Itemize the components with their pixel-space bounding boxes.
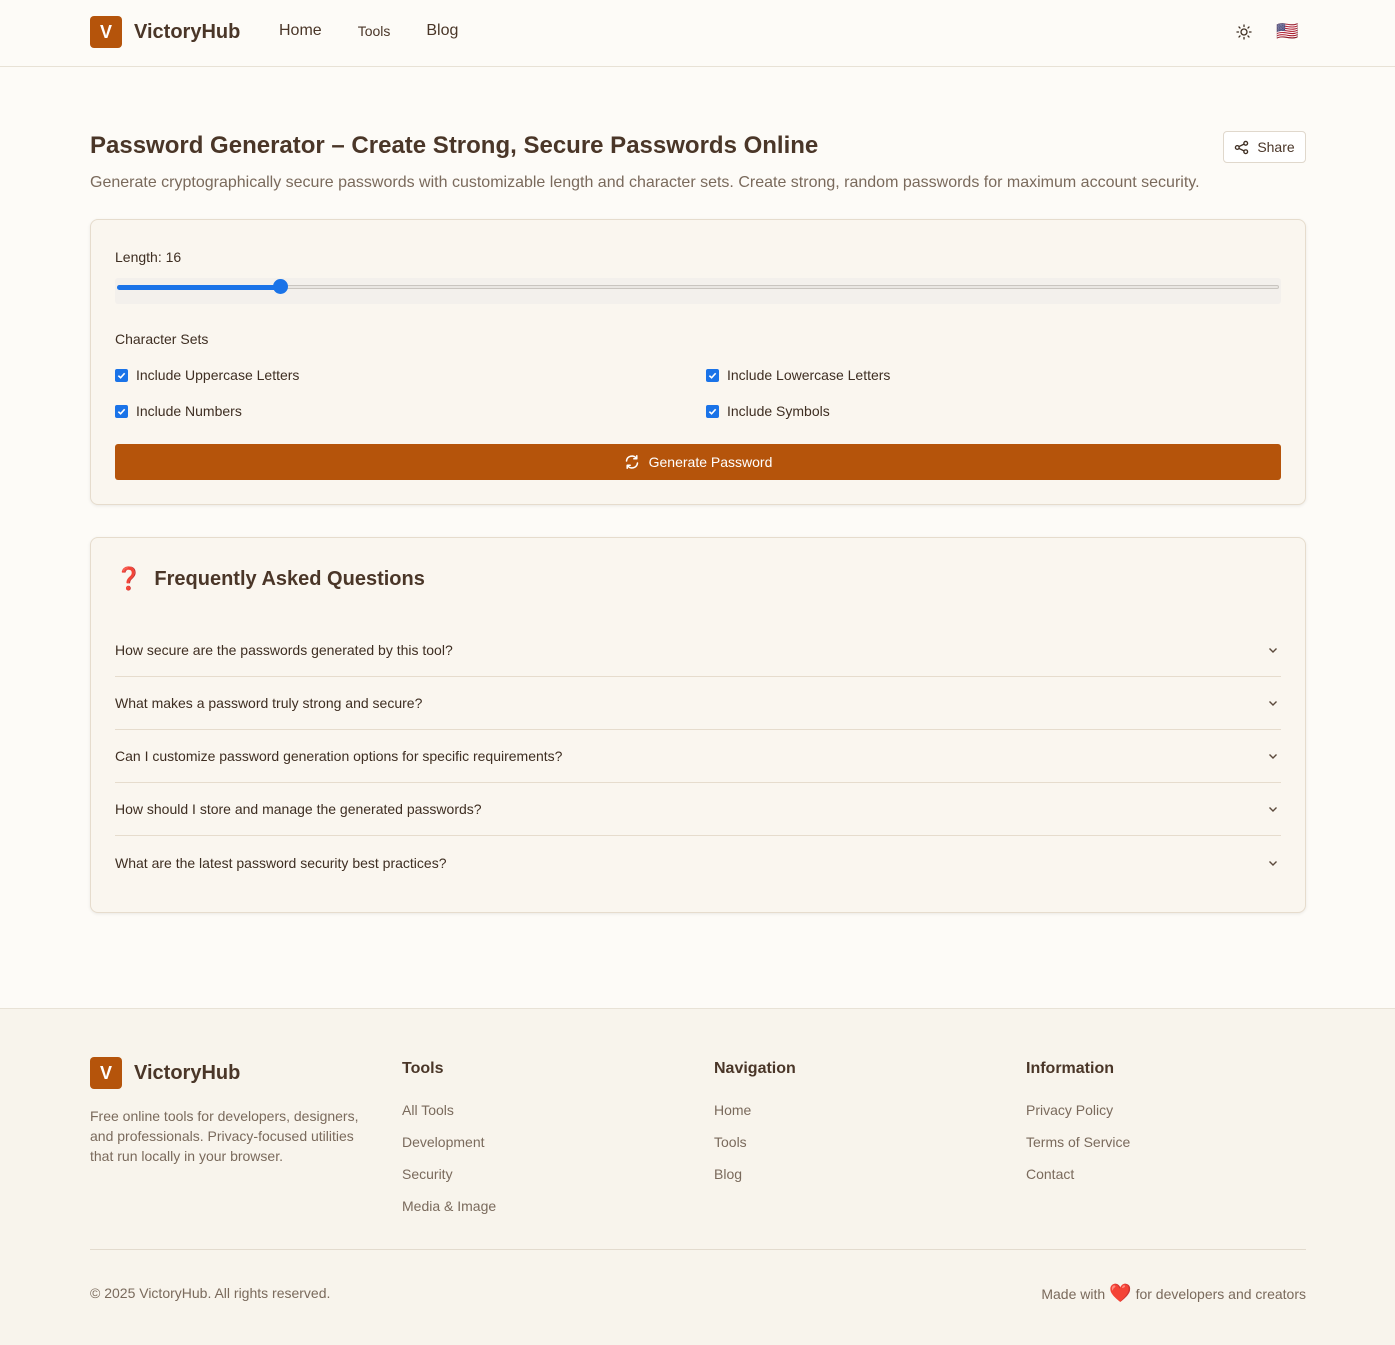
faq-item[interactable]: What makes a password truly strong and s… (115, 677, 1281, 730)
slider-fill (117, 285, 280, 290)
option-uppercase[interactable]: Include Uppercase Letters (115, 367, 299, 383)
option-symbols[interactable]: Include Symbols (706, 403, 830, 419)
faq-card: ❓ Frequently Asked Questions How secure … (90, 537, 1306, 913)
option-numbers[interactable]: Include Numbers (115, 403, 242, 419)
faq-item[interactable]: What are the latest password security be… (115, 836, 1281, 889)
chevron-down-icon (1269, 807, 1277, 812)
footer-link-tools[interactable]: Tools (714, 1134, 796, 1151)
numbers-checkbox[interactable] (115, 404, 128, 418)
footer-brand-name: VictoryHub (134, 1061, 241, 1084)
footer-link-media-image[interactable]: Media & Image (402, 1198, 496, 1215)
generate-label: Generate Password (648, 454, 773, 470)
heart-icon: ❤️ (1109, 1283, 1132, 1303)
main-nav: Home Tools Blog (279, 22, 458, 40)
footer-link-blog[interactable]: Blog (714, 1166, 796, 1183)
share-label: Share (1257, 139, 1295, 155)
faq-question: How secure are the passwords generated b… (115, 642, 453, 658)
brand-name: VictoryHub (134, 20, 241, 43)
logo-mark: V (90, 16, 122, 48)
nav-blog[interactable]: Blog (426, 22, 458, 40)
theme-toggle-button[interactable] (1233, 21, 1255, 43)
page-subtitle: Generate cryptographically secure passwo… (90, 174, 1200, 191)
refresh-icon (625, 455, 638, 469)
site-header: V VictoryHub Home Tools Blog 🇺🇸 (0, 0, 1395, 67)
made-with-note: Made with ❤️ for developers and creators (1041, 1283, 1306, 1304)
footer-brand-logo[interactable]: V VictoryHub (90, 1057, 240, 1089)
footer-divider (90, 1249, 1306, 1250)
option-lowercase[interactable]: Include Lowercase Letters (706, 367, 890, 383)
made-with-suffix: for developers and creators (1135, 1285, 1306, 1302)
check-icon (708, 372, 717, 379)
faq-question: What are the latest password security be… (115, 854, 447, 871)
footer-link-privacy[interactable]: Privacy Policy (1026, 1102, 1130, 1119)
made-with-prefix: Made with (1041, 1285, 1106, 1302)
footer-link-security[interactable]: Security (402, 1166, 496, 1183)
length-label: Length: 16 (115, 249, 182, 265)
copyright: © 2025 VictoryHub. All rights reserved. (90, 1285, 331, 1301)
question-mark-icon: ❓ (115, 566, 143, 591)
faq-question: What makes a password truly strong and s… (115, 695, 423, 711)
chevron-down-icon (1269, 648, 1277, 653)
chevron-down-icon (1269, 860, 1277, 866)
page-title: Password Generator – Create Strong, Secu… (90, 132, 819, 159)
faq-question: How should I store and manage the genera… (115, 801, 482, 817)
footer-navigation-column: Navigation Home Tools Blog (714, 1060, 796, 1198)
length-slider[interactable] (115, 278, 1281, 304)
symbols-label: Include Symbols (727, 403, 830, 419)
uppercase-label: Include Uppercase Letters (136, 367, 300, 383)
language-flag-button[interactable]: 🇺🇸 (1276, 21, 1300, 41)
faq-title: Frequently Asked Questions (154, 567, 425, 590)
footer-information-heading: Information (1026, 1060, 1114, 1077)
nav-home[interactable]: Home (279, 22, 322, 40)
footer-tools-column: Tools All Tools Development Security Med… (402, 1060, 496, 1230)
check-icon (708, 408, 717, 415)
footer-link-development[interactable]: Development (402, 1134, 496, 1151)
lowercase-label: Include Lowercase Letters (727, 367, 891, 383)
footer-logo-mark: V (90, 1057, 122, 1089)
share-icon (1235, 140, 1249, 154)
footer-link-home[interactable]: Home (714, 1102, 796, 1119)
faq-item[interactable]: How secure are the passwords generated b… (115, 624, 1281, 677)
site-footer: V VictoryHub Free online tools for devel… (0, 1008, 1395, 1345)
lowercase-checkbox[interactable] (706, 368, 719, 382)
numbers-label: Include Numbers (136, 403, 242, 419)
faq-list: How secure are the passwords generated b… (115, 624, 1281, 889)
check-icon (117, 372, 126, 379)
footer-link-contact[interactable]: Contact (1026, 1166, 1130, 1183)
check-icon (117, 408, 126, 415)
generate-password-button[interactable]: Generate Password (115, 444, 1281, 480)
footer-description: Free online tools for developers, design… (90, 1108, 359, 1164)
symbols-checkbox[interactable] (706, 404, 719, 418)
slider-track (117, 285, 1279, 289)
faq-item[interactable]: How should I store and manage the genera… (115, 783, 1281, 836)
chevron-down-icon (1269, 754, 1277, 759)
slider-thumb[interactable] (272, 279, 288, 294)
sun-icon (1236, 24, 1252, 40)
faq-item[interactable]: Can I customize password generation opti… (115, 730, 1281, 783)
footer-link-terms[interactable]: Terms of Service (1026, 1134, 1130, 1151)
faq-question: Can I customize password generation opti… (115, 748, 563, 764)
generator-card: Length: 16 Character Sets Include Upperc… (90, 219, 1306, 505)
footer-link-all-tools[interactable]: All Tools (402, 1102, 496, 1119)
faq-heading: ❓ Frequently Asked Questions (115, 566, 425, 592)
nav-tools[interactable]: Tools (358, 23, 391, 39)
footer-information-column: Information Privacy Policy Terms of Serv… (1026, 1060, 1130, 1198)
footer-navigation-heading: Navigation (714, 1060, 796, 1077)
uppercase-checkbox[interactable] (115, 368, 128, 382)
share-button[interactable]: Share (1223, 131, 1306, 163)
brand-logo[interactable]: V VictoryHub (90, 16, 240, 48)
footer-tools-heading: Tools (402, 1060, 444, 1077)
charsets-label: Character Sets (115, 331, 209, 347)
chevron-down-icon (1269, 701, 1277, 706)
